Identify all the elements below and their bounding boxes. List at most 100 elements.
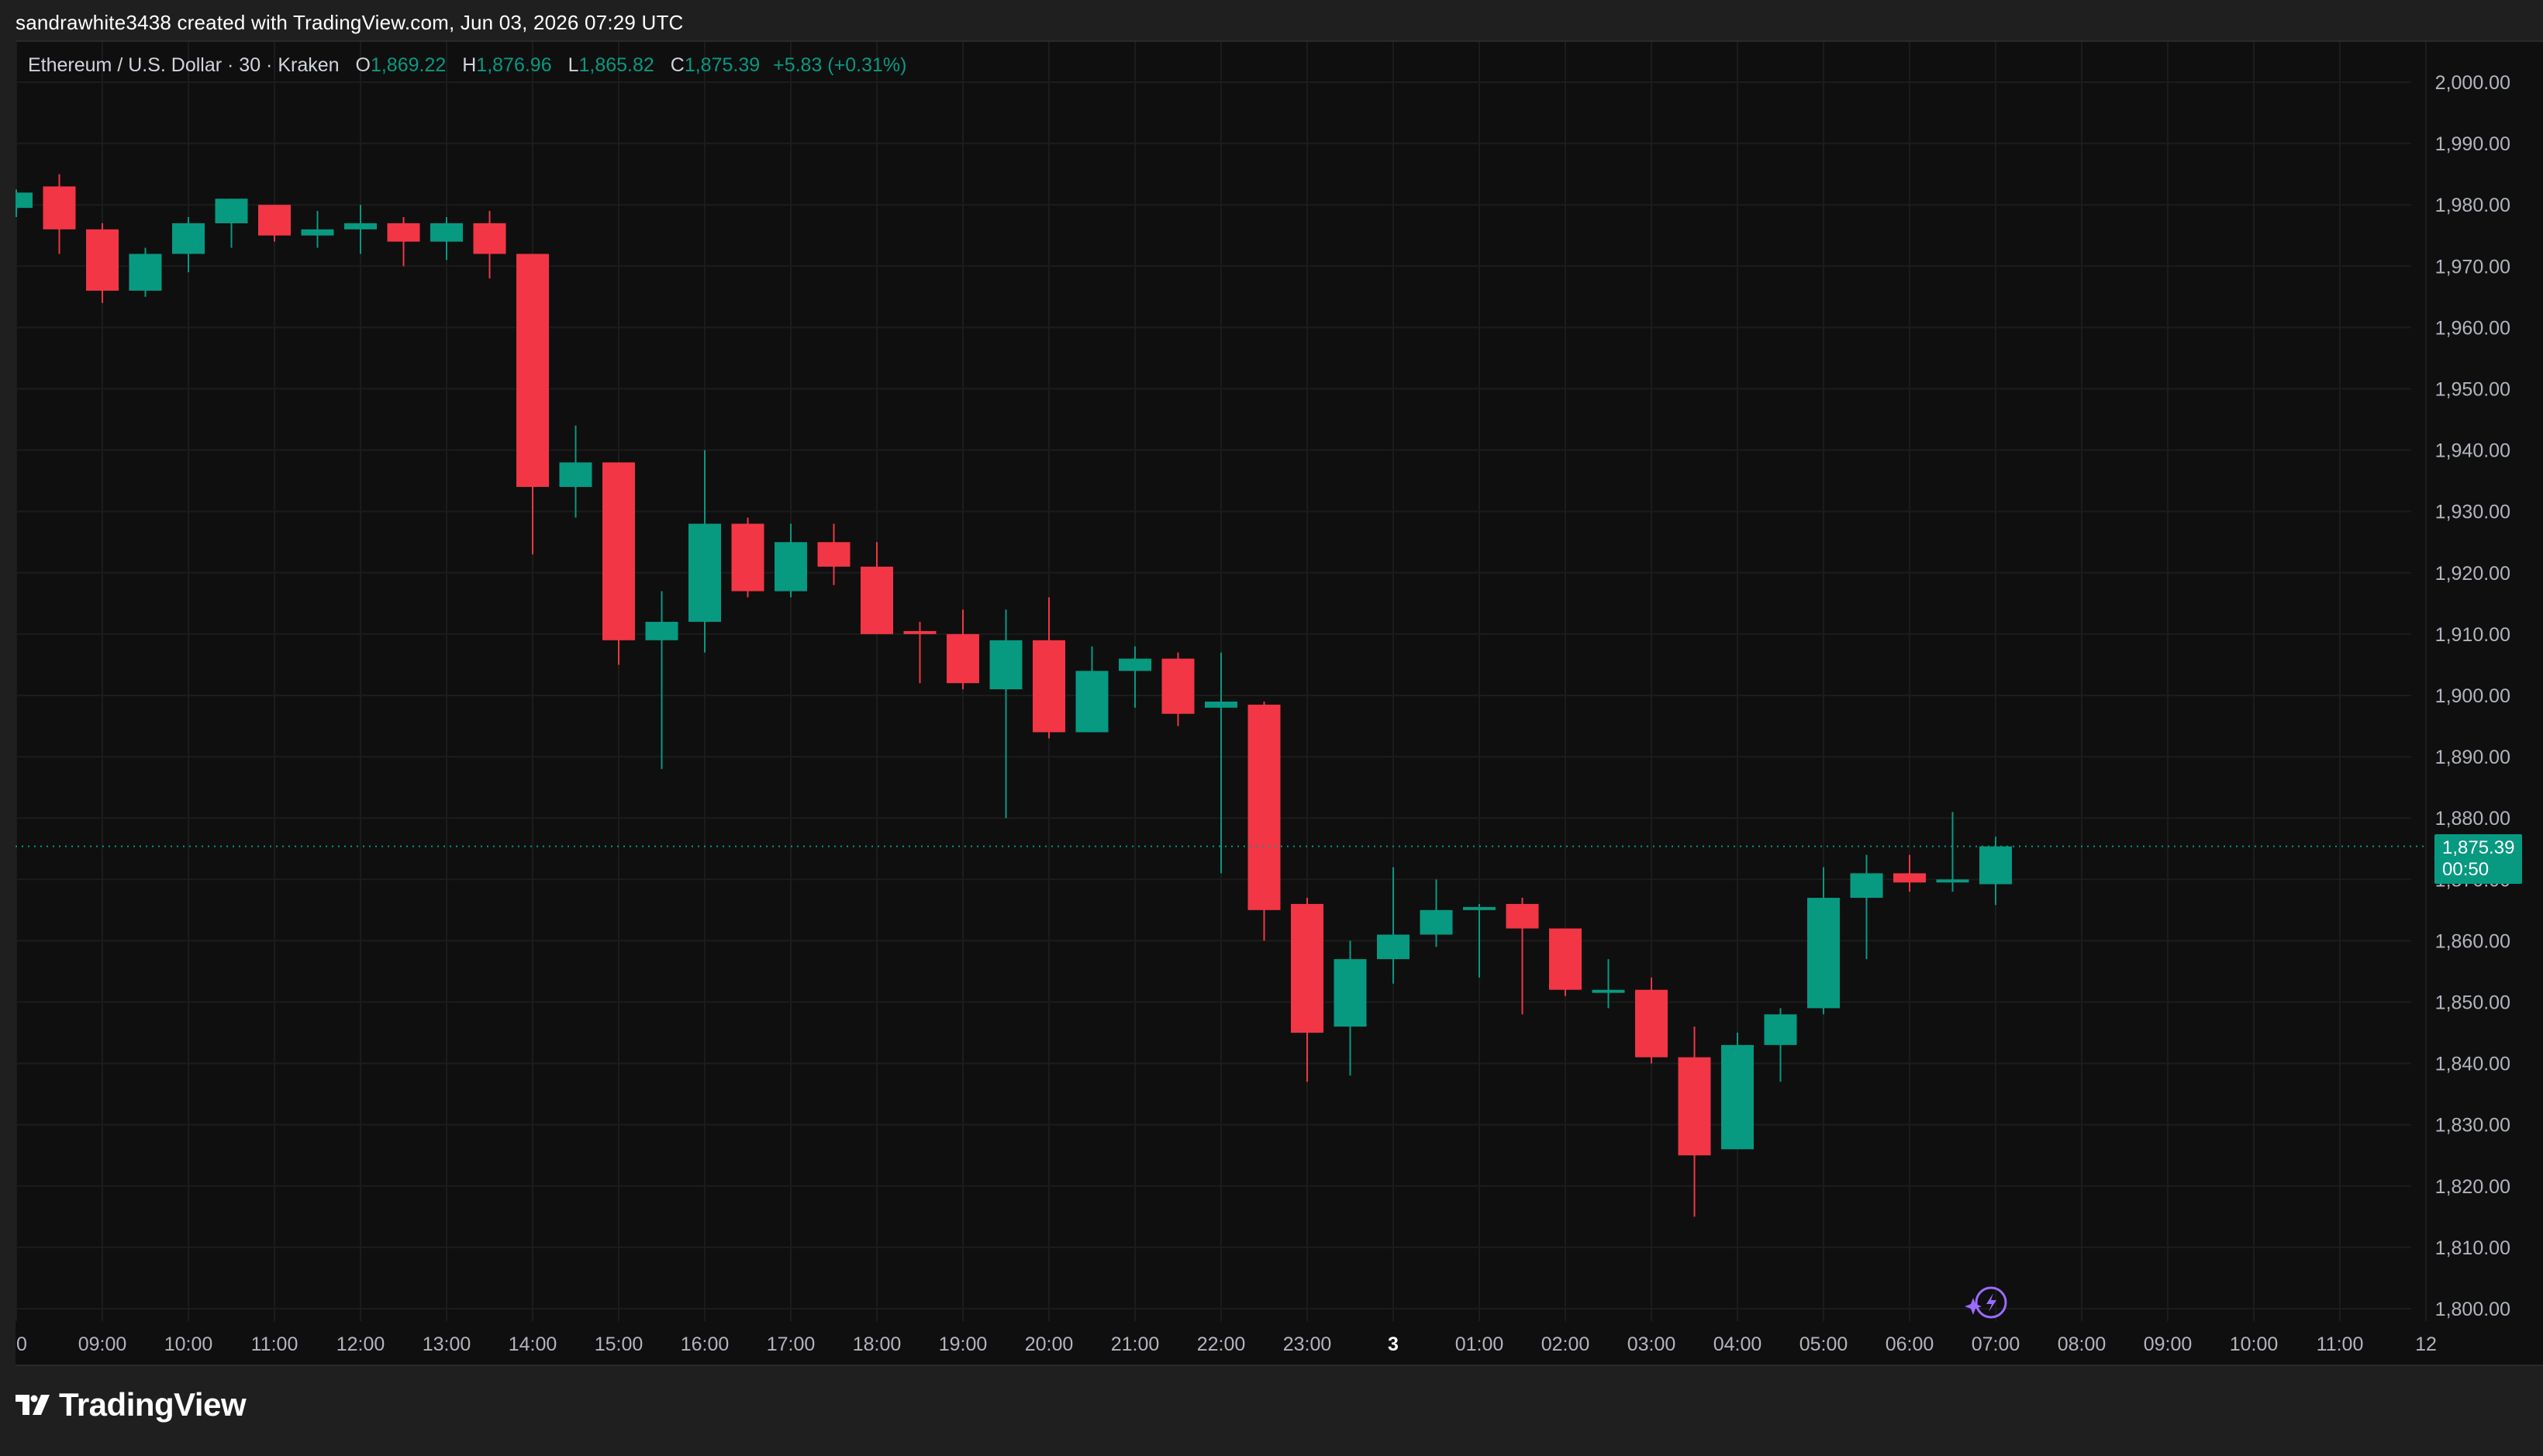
x-tick-label: 19:00 <box>939 1334 988 1355</box>
candle-body <box>1850 873 1883 899</box>
candle-body <box>1291 903 1323 1033</box>
candle-body <box>1075 671 1109 733</box>
candle <box>1291 898 1323 1082</box>
candle-body <box>817 542 851 567</box>
candle-body <box>1463 906 1496 910</box>
y-tick-label: 1,890.00 <box>2435 747 2510 768</box>
candle <box>1721 1033 1754 1150</box>
candle-body <box>258 205 291 236</box>
candle <box>645 591 678 769</box>
candle <box>947 609 979 690</box>
candle-body <box>903 630 937 634</box>
candlestick-chart[interactable]: 1,800.00 1,810.00 1,820.00 1,830.00 1,840.00… <box>16 42 2543 1365</box>
candle-body <box>1506 903 1539 929</box>
candle <box>1549 928 1582 996</box>
candle <box>1635 977 1668 1064</box>
y-tick-label: 1,860.00 <box>2435 930 2510 952</box>
candle <box>1506 898 1539 1015</box>
price-axis[interactable]: 1,800.00 1,810.00 1,820.00 1,830.00 1,840.00… <box>2435 72 2510 1320</box>
x-tick-label: 00 <box>16 1334 27 1355</box>
y-tick-label: 1,920.00 <box>2435 563 2510 585</box>
candle-body <box>1979 846 2012 885</box>
candle-body <box>129 254 162 291</box>
candle <box>16 189 33 218</box>
candle-body <box>301 229 334 236</box>
time-axis[interactable]: 00 09:00 10:00 11:00 12:00 13:00 14:00 15:00 16:… <box>16 1334 2437 1355</box>
legend-open-value: 1,869.22 <box>370 54 447 76</box>
y-tick-label: 1,930.00 <box>2435 502 2510 523</box>
candle-body <box>947 633 979 684</box>
candle <box>301 211 334 248</box>
candle <box>1334 940 1367 1076</box>
candle <box>1033 597 1065 739</box>
candle <box>731 517 764 598</box>
x-tick-label: 11:00 <box>2317 1334 2364 1355</box>
candle <box>473 211 506 279</box>
candle <box>129 247 162 297</box>
y-tick-label: 1,910.00 <box>2435 624 2510 646</box>
y-tick-label: 1,990.00 <box>2435 133 2510 155</box>
y-tick-label: 1,900.00 <box>2435 685 2510 707</box>
candle-body <box>1635 989 1668 1057</box>
x-tick-label: 17:00 <box>767 1334 816 1355</box>
legend-high-label: H <box>462 54 477 76</box>
candle <box>1119 646 1151 708</box>
candle <box>1764 1008 1797 1082</box>
y-tick-label: 1,970.00 <box>2435 256 2510 278</box>
bar-countdown: 00:50 <box>2442 858 2490 880</box>
candle-body <box>215 198 248 223</box>
candle <box>1420 879 1453 947</box>
y-tick-label: 1,840.00 <box>2435 1054 2510 1075</box>
candle <box>43 174 76 254</box>
replay-lightning-icon[interactable] <box>1965 1286 2007 1319</box>
candle <box>215 198 248 248</box>
candle <box>989 609 1023 819</box>
chart-panel[interactable]: 1,800.00 1,810.00 1,820.00 1,830.00 1,840.00… <box>16 40 2543 1366</box>
x-tick-label: 10:00 <box>164 1334 213 1355</box>
x-tick-label: 18:00 <box>853 1334 902 1355</box>
candle-body <box>602 462 635 640</box>
candle-body <box>1764 1014 1797 1045</box>
y-tick-label: 1,880.00 <box>2435 808 2510 830</box>
y-tick-label: 1,950.00 <box>2435 379 2510 401</box>
x-tick-label: 21:00 <box>1111 1334 1160 1355</box>
candle-body <box>1678 1057 1711 1156</box>
candle-body <box>1592 989 1625 993</box>
candle-body <box>1721 1044 1754 1150</box>
candle <box>86 223 119 303</box>
x-tick-label: 23:00 <box>1283 1334 1332 1355</box>
candle <box>387 217 420 267</box>
candle-body <box>86 229 119 291</box>
x-tick-label: 10:00 <box>2230 1334 2279 1355</box>
candle <box>559 425 592 518</box>
x-tick-label: 3 <box>1388 1334 1399 1355</box>
tradingview-logo-icon <box>16 1395 50 1415</box>
candle-body <box>559 462 592 488</box>
candle-body <box>989 640 1023 690</box>
candle-body <box>1807 898 1840 1009</box>
candle-body <box>344 223 377 229</box>
candle <box>1936 812 1969 892</box>
candle-body <box>172 223 205 254</box>
candle <box>1592 959 1625 1009</box>
y-tick-label: 1,810.00 <box>2435 1237 2510 1259</box>
candle-body <box>1161 658 1195 714</box>
x-tick-label: 09:00 <box>78 1334 127 1355</box>
y-tick-label: 1,960.00 <box>2435 317 2510 339</box>
y-tick-label: 2,000.00 <box>2435 72 2510 94</box>
x-tick-label: 22:00 <box>1197 1334 1246 1355</box>
y-tick-label: 1,980.00 <box>2435 195 2510 216</box>
candle-body <box>473 223 506 254</box>
legend-change: +5.83 (+0.31%) <box>773 54 907 76</box>
y-tick-label: 1,820.00 <box>2435 1176 2510 1198</box>
x-tick-label: 13:00 <box>423 1334 471 1355</box>
candle-body <box>1420 909 1453 935</box>
x-tick-label: 11:00 <box>251 1334 298 1355</box>
x-tick-label: 05:00 <box>1799 1334 1848 1355</box>
candle-body <box>645 622 678 640</box>
tradingview-logo[interactable]: TradingView <box>16 1386 247 1423</box>
candle-body <box>16 192 33 209</box>
candle <box>172 217 205 273</box>
candle <box>1850 854 1883 960</box>
y-tick-label: 1,830.00 <box>2435 1115 2510 1137</box>
